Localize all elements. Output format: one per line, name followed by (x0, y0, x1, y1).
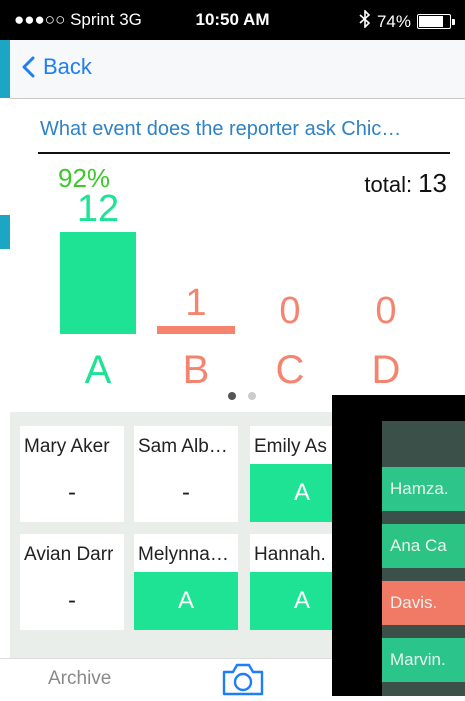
student-name: Hannah. (254, 544, 326, 565)
preview-row: Hamza. (382, 467, 465, 511)
page-dot[interactable] (248, 392, 256, 400)
camera-preview[interactable]: Hamza. Ana Ca Davis. Marvin. (332, 395, 465, 696)
student-name: Emily As (254, 436, 327, 457)
status-right: 74% (359, 9, 455, 33)
preview-strip: Hamza. Ana Ca Davis. Marvin. (382, 421, 465, 696)
category-label-B: B (182, 348, 210, 392)
divider (38, 152, 450, 154)
status-bar: ●●●○○ Sprint 3G 10:50 AM 74% (0, 0, 465, 40)
bar-B (157, 325, 235, 334)
total-value: 13 (418, 168, 447, 198)
bar-count-D: 0 (375, 290, 397, 332)
navigation-bar: Back (0, 40, 465, 98)
back-label: Back (43, 54, 92, 79)
category-label-C: C (275, 348, 305, 392)
bar-count-C: 0 (279, 290, 301, 332)
category-label-A: A (84, 348, 112, 392)
student-name: Mary Aker (24, 436, 110, 457)
student-card[interactable]: Mary Aker - (20, 426, 124, 522)
camera-icon[interactable] (220, 662, 266, 701)
tab-archive[interactable]: Archive (48, 668, 111, 690)
student-answer: - (68, 479, 76, 506)
student-name: Melynna… (138, 544, 229, 565)
total-label: total: (364, 172, 413, 197)
student-answer: - (68, 587, 76, 614)
chevron-left-icon (22, 56, 35, 78)
category-label-D: D (371, 348, 401, 392)
bar-A (60, 232, 136, 334)
preview-row: Ana Ca (382, 524, 465, 568)
divider (10, 98, 465, 99)
edge-marker (0, 215, 10, 249)
battery-icon (417, 14, 455, 29)
student-answer: - (182, 479, 190, 506)
student-name: Sam Alb… (138, 436, 228, 457)
edge-marker (0, 40, 10, 98)
student-card[interactable]: Sam Alb… - (134, 426, 238, 522)
page-indicator[interactable] (228, 392, 256, 400)
total-count: total: 13 (364, 168, 447, 199)
student-name: Avian Darr (24, 544, 114, 565)
student-answer: A (134, 572, 238, 630)
question-title[interactable]: What event does the reporter ask Chic… (40, 118, 450, 141)
preview-row: Marvin. (382, 638, 465, 682)
bar-count-B: 1 (185, 281, 207, 324)
student-card[interactable]: Avian Darr - (20, 534, 124, 630)
student-card[interactable]: Melynna… A (134, 534, 238, 630)
page-dot-active[interactable] (228, 392, 236, 400)
battery-percent: 74% (376, 11, 411, 31)
back-button[interactable]: Back (22, 54, 92, 80)
bluetooth-icon (359, 9, 371, 33)
bar-count-A: 12 (76, 188, 120, 230)
preview-row: Davis. (382, 581, 465, 625)
